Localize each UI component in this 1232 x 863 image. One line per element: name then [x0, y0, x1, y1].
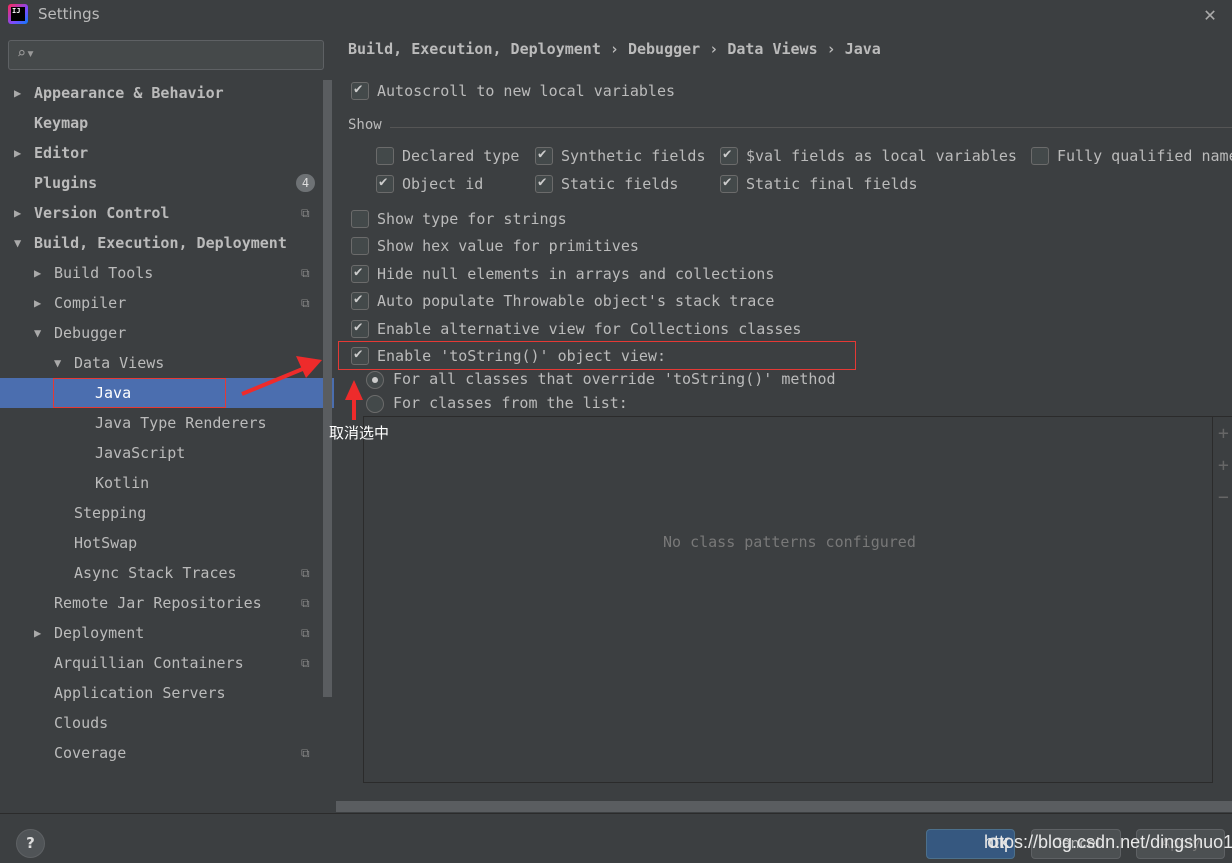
annotation-note: 取消选中 — [329, 424, 390, 442]
annotation-arrow-icon — [241, 356, 363, 420]
annotation-arrows — [241, 356, 363, 420]
